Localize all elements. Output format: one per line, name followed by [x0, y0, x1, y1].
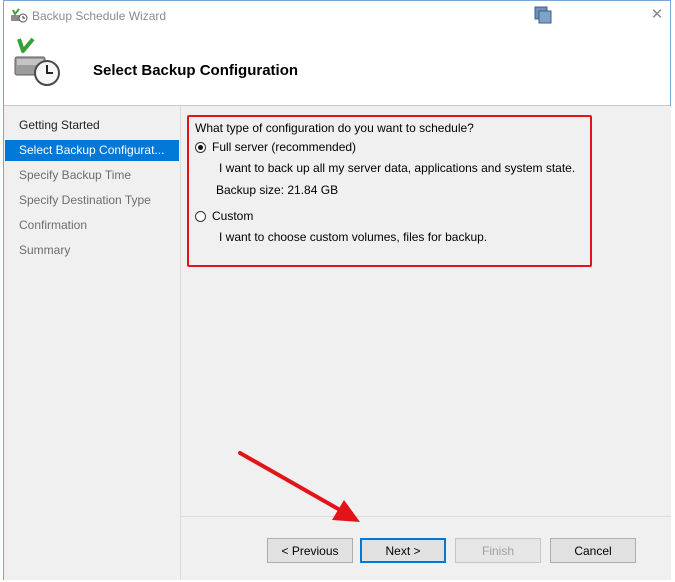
backup-drive-clock-icon [13, 37, 61, 87]
full-server-description: I want to back up all my server data, ap… [219, 161, 576, 175]
custom-radio[interactable] [195, 211, 206, 222]
nav-step-summary: Summary [19, 243, 71, 257]
full-server-radio[interactable] [195, 142, 206, 153]
next-button[interactable]: Next > [360, 538, 446, 563]
previous-button[interactable]: < Previous [267, 538, 353, 563]
content-panel: What type of configuration do you want t… [181, 106, 671, 516]
nav-step-specify-destination-type: Specify Destination Type [19, 193, 151, 207]
custom-description: I want to choose custom volumes, files f… [219, 230, 488, 244]
title-bar[interactable]: Backup Schedule Wizard ✕ [4, 1, 670, 31]
window-stack-icon [534, 6, 554, 26]
nav-step-specify-backup-time: Specify Backup Time [19, 168, 132, 182]
nav-step-select-backup-configuration[interactable]: Select Backup Configurat... [5, 140, 179, 161]
wizard-footer: < Previous Next > Finish Cancel [181, 516, 671, 580]
wizard-steps-nav: Getting Started Select Backup Configurat… [4, 106, 180, 580]
custom-label[interactable]: Custom [212, 209, 253, 223]
finish-button: Finish [455, 538, 541, 563]
nav-step-getting-started[interactable]: Getting Started [5, 115, 179, 136]
configuration-question: What type of configuration do you want t… [195, 121, 474, 135]
backup-size-text: Backup size: 21.84 GB [216, 183, 339, 197]
wizard-header: Select Backup Configuration [4, 31, 670, 105]
window-title: Backup Schedule Wizard [32, 9, 167, 23]
nav-step-confirmation: Confirmation [19, 218, 88, 232]
wizard-window: Backup Schedule Wizard ✕ Select Backup C… [3, 0, 671, 580]
full-server-label[interactable]: Full server (recommended) [212, 140, 356, 154]
close-icon[interactable]: ✕ [650, 7, 664, 23]
page-title: Select Backup Configuration [93, 62, 299, 79]
cancel-button[interactable]: Cancel [550, 538, 636, 563]
backup-wizard-icon [10, 8, 28, 24]
